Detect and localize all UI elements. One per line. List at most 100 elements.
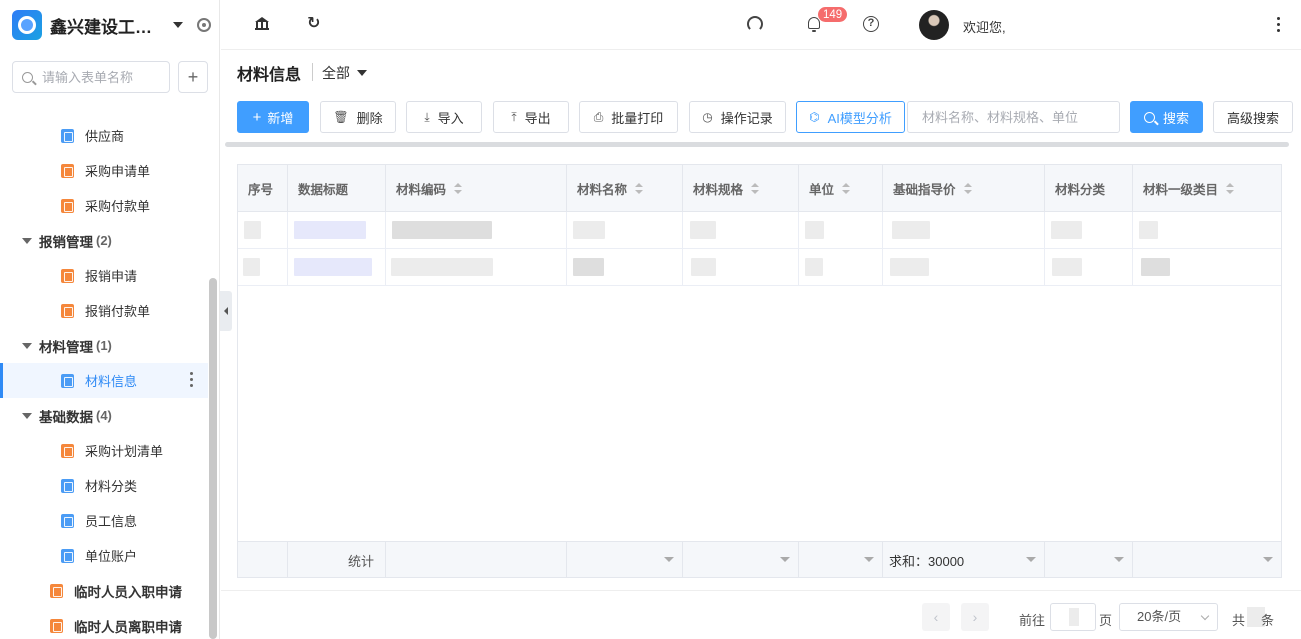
toolbar: + 新增 🗑 删除 ⤓ 导入 ⤒ 导出 ⎙ 批量打印 ◷ 操作记录 ⌬ AI模型… xyxy=(237,101,1293,133)
sidebar-item-label: 报销付款单 xyxy=(85,304,151,319)
expand-caret-icon xyxy=(22,237,32,244)
sidebar-item-label: 材料分类 xyxy=(85,479,138,494)
sort-icon[interactable] xyxy=(751,183,760,194)
column-header-unit[interactable]: 单位 xyxy=(799,165,883,212)
more-menu-icon[interactable] xyxy=(1277,17,1281,33)
sidebar-item-supplier[interactable]: 供应商 xyxy=(0,118,208,153)
advanced-search-button-label: 高级搜索 xyxy=(1226,110,1279,126)
table-row[interactable] xyxy=(238,249,1281,286)
sidebar-item-reimbursement-request[interactable]: 报销申请 xyxy=(0,258,208,293)
pagination: ‹ › 前往 页 20条/页 共 条 xyxy=(221,590,1301,639)
summary-dropdown[interactable] xyxy=(1133,542,1281,578)
sidebar-item-reimbursement-payment[interactable]: 报销付款单 xyxy=(0,293,208,328)
expand-caret-icon xyxy=(22,412,32,419)
operation-log-button[interactable]: ◷ 操作记录 xyxy=(689,101,786,133)
sidebar-item-label: 员工信息 xyxy=(85,514,138,529)
sort-icon[interactable] xyxy=(1226,183,1235,194)
sidebar-item-material-info[interactable]: 材料信息 xyxy=(0,363,208,398)
more-options-icon[interactable] xyxy=(190,372,194,390)
export-button[interactable]: ⤒ 导出 xyxy=(493,101,569,133)
bank-icon[interactable] xyxy=(254,16,270,32)
sidebar-group-count: (1) xyxy=(96,338,112,353)
search-icon xyxy=(1143,111,1155,123)
horizontal-scrollbar[interactable] xyxy=(225,142,1289,147)
form-tree: 供应商 采购申请单 采购付款单 报销管理 (2) 报销申请 报销付款单 材料管理… xyxy=(0,100,208,639)
sidebar-item-temp-offboarding[interactable]: 临时人员离职申请 xyxy=(0,608,208,639)
ai-analysis-button[interactable]: ⌬ AI模型分析 xyxy=(796,101,905,133)
advanced-search-button[interactable]: 高级搜索 xyxy=(1213,101,1293,133)
batch-print-button[interactable]: ⎙ 批量打印 xyxy=(579,101,678,133)
add-button[interactable]: + 新增 xyxy=(237,101,309,133)
summary-dropdown[interactable] xyxy=(799,542,883,578)
sort-icon[interactable] xyxy=(963,183,972,194)
sidebar-item-label: 供应商 xyxy=(85,129,125,144)
search-button[interactable]: 搜索 xyxy=(1130,101,1203,133)
next-page-button[interactable]: › xyxy=(961,603,989,631)
sidebar-item-label: 采购计划清单 xyxy=(85,444,164,459)
import-button-label: 导入 xyxy=(437,110,464,126)
sidebar-search-input[interactable] xyxy=(42,69,162,85)
app-name[interactable]: 鑫兴建设工程... xyxy=(50,13,165,38)
delete-button[interactable]: 🗑 删除 xyxy=(320,101,396,133)
summary-dropdown[interactable] xyxy=(1045,542,1133,578)
help-icon[interactable]: ? xyxy=(863,16,879,32)
summary-dropdown[interactable]: 求和：30000 xyxy=(883,542,1045,578)
import-button[interactable]: ⤓ 导入 xyxy=(406,101,482,133)
chevron-down-icon xyxy=(864,557,874,562)
gear-icon[interactable] xyxy=(197,18,211,32)
material-search-input[interactable] xyxy=(907,101,1120,133)
sidebar-item-label: 临时人员入职申请 xyxy=(74,584,182,600)
sidebar-item-employee-info[interactable]: 员工信息 xyxy=(0,503,208,538)
flow-form-icon xyxy=(61,443,74,458)
ai-analysis-button-label: AI模型分析 xyxy=(827,110,892,126)
form-icon xyxy=(61,128,74,143)
chevron-down-icon xyxy=(780,557,790,562)
page-size-select[interactable]: 20条/页 xyxy=(1119,603,1218,631)
column-header-material-name[interactable]: 材料名称 xyxy=(567,165,683,212)
column-header-first-category[interactable]: 材料一级类目 xyxy=(1133,165,1281,212)
sidebar-group-reimbursement[interactable]: 报销管理 (2) xyxy=(0,223,208,258)
sidebar-item-material-category[interactable]: 材料分类 xyxy=(0,468,208,503)
table-row[interactable] xyxy=(238,212,1281,249)
avatar[interactable] xyxy=(919,10,949,40)
sidebar-scrollbar[interactable] xyxy=(209,278,217,639)
total-suffix: 条 xyxy=(1261,613,1275,628)
sidebar-item-purchase-payment[interactable]: 采购付款单 xyxy=(0,188,208,223)
view-selector[interactable]: 全部 xyxy=(322,63,367,83)
sidebar-item-label: 采购付款单 xyxy=(85,199,151,214)
export-button-label: 导出 xyxy=(524,110,551,126)
table-summary-row: 统计 求和：30000 xyxy=(238,541,1281,578)
refresh-icon[interactable]: ↻ xyxy=(307,16,323,32)
page-title: 材料信息 xyxy=(237,67,302,84)
prev-page-button[interactable]: ‹ xyxy=(922,603,950,631)
sidebar-item-purchase-request[interactable]: 采购申请单 xyxy=(0,153,208,188)
top-bar: ↻ 149 ? 欢迎您, xyxy=(221,0,1301,50)
trash-icon: 🗑 xyxy=(333,110,349,124)
app-switch-caret-icon[interactable] xyxy=(173,22,183,28)
sidebar-item-label: 采购申请单 xyxy=(85,164,151,179)
column-header-material-spec[interactable]: 材料规格 xyxy=(683,165,799,212)
chevron-left-icon xyxy=(224,307,228,315)
chevron-down-icon xyxy=(1114,557,1124,562)
sort-icon[interactable] xyxy=(454,183,463,194)
column-header-guide-price[interactable]: 基础指导价 xyxy=(883,165,1045,212)
column-header-material-code[interactable]: 材料编码 xyxy=(386,165,567,212)
add-form-button[interactable]: + xyxy=(178,61,208,93)
sidebar-item-unit-account[interactable]: 单位账户 xyxy=(0,538,208,573)
summary-dropdown[interactable] xyxy=(683,542,799,578)
form-icon xyxy=(61,548,74,563)
sidebar-item-temp-onboarding[interactable]: 临时人员入职申请 xyxy=(0,573,208,608)
sidebar-item-purchase-plan[interactable]: 采购计划清单 xyxy=(0,433,208,468)
form-icon xyxy=(61,513,74,528)
sidebar-group-basic-data[interactable]: 基础数据 (4) xyxy=(0,398,208,433)
sort-icon[interactable] xyxy=(842,183,851,194)
sidebar-collapse-toggle[interactable] xyxy=(220,291,232,331)
headset-icon[interactable] xyxy=(747,16,763,32)
flow-form-icon xyxy=(61,163,74,178)
summary-dropdown[interactable] xyxy=(567,542,683,578)
goto-page-input[interactable] xyxy=(1050,603,1096,631)
sort-icon[interactable] xyxy=(635,183,644,194)
chevron-down-icon xyxy=(1200,611,1210,621)
sidebar-group-material[interactable]: 材料管理 (1) xyxy=(0,328,208,363)
app-logo xyxy=(12,10,42,40)
